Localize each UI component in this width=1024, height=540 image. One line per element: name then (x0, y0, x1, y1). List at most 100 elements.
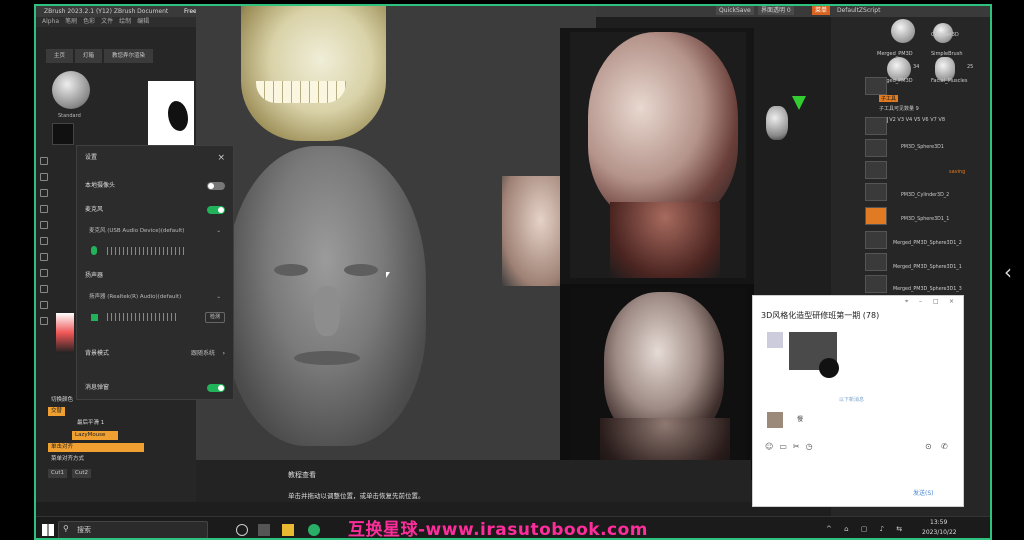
mic-device-select[interactable]: 麦克风 (USB Audio Device)(default) ⌄ (85, 224, 225, 238)
lazy-mouse-button[interactable]: LazyMouse (72, 431, 118, 440)
left-row-switch[interactable]: 切换颜色 (48, 396, 76, 405)
alpha-thumbnail[interactable] (52, 123, 74, 145)
version-v3[interactable]: V3 (897, 117, 904, 123)
brush-thumbnail[interactable] (52, 71, 90, 109)
layer-icon[interactable] (40, 301, 48, 309)
mic-toggle[interactable] (207, 206, 225, 214)
menu-item-alpha[interactable]: Alpha (42, 18, 59, 25)
left-row-align-mode[interactable]: 菜单对齐方式 (48, 455, 87, 464)
scissors-icon[interactable]: ✂ (793, 442, 806, 451)
tool-thumb-1[interactable] (891, 19, 915, 43)
history-icon[interactable]: ◷ (806, 442, 819, 451)
close-icon[interactable]: × (217, 152, 225, 164)
subtool-header[interactable]: 子工具 (879, 95, 899, 102)
text-icon[interactable] (40, 189, 48, 197)
redo-icon[interactable] (40, 269, 48, 277)
pin-icon[interactable]: ⌖ (905, 298, 908, 306)
search-box[interactable]: ⚲ 搜索 (58, 521, 208, 538)
maximize-icon[interactable]: □ (933, 298, 939, 305)
background-mode-label: 背景模式 (85, 350, 110, 357)
version-v7[interactable]: V7 (930, 117, 937, 123)
left-row-align[interactable]: 单击对齐 (48, 443, 144, 452)
task-view-icon[interactable] (236, 524, 248, 536)
version-v6[interactable]: V6 (922, 117, 929, 123)
version-v8[interactable]: V8 (938, 117, 945, 123)
chevron-left-icon[interactable]: ‹ (1004, 262, 1012, 282)
cut1-button[interactable]: Cut1 (48, 469, 67, 478)
subtool-row-1[interactable]: PM3D_Sphere3D1 (881, 141, 990, 154)
color-picker[interactable] (56, 313, 74, 353)
menu-item-brush[interactable]: 笔刷 (65, 18, 77, 25)
chat-title: 3D风格化造型研修班第一期 (78) (761, 311, 880, 320)
menu-bar: Alpha 笔刷 色彩 文件 绘制 编辑 (36, 17, 196, 27)
subtool-name-3: PM3D_Sphere3D1_1 (901, 217, 950, 222)
detect-button[interactable]: 检测 (205, 312, 225, 323)
sculpt-head (226, 146, 426, 446)
chat-emoji-sticker (819, 358, 839, 378)
search-label: 搜索 (77, 526, 91, 534)
emoji-icon[interactable]: ☺ (765, 442, 779, 451)
menu-item-color[interactable]: 色彩 (83, 18, 95, 25)
camera-toggle[interactable] (207, 182, 225, 190)
version-v2[interactable]: V2 (889, 117, 896, 123)
menu-item-edit[interactable]: 编辑 (137, 18, 149, 25)
pen-icon[interactable] (40, 205, 48, 213)
menu-button[interactable]: 菜单 (812, 6, 831, 15)
rect-icon[interactable] (40, 221, 48, 229)
file-explorer-icon[interactable] (282, 524, 294, 536)
quicksave-button[interactable]: QuickSave (716, 6, 754, 15)
tab-render[interactable]: 教您弄尔渲染 (104, 49, 154, 63)
chevron-down-icon: ⌄ (216, 294, 221, 300)
send-button[interactable]: 发送(S) (913, 488, 934, 497)
subtool-row-4[interactable]: Merged_PM3D_Sphere3D1_2 (881, 237, 990, 250)
subtool-row-2[interactable]: PM3D_Cylinder3D_2 (881, 189, 990, 202)
windows-start-icon[interactable] (41, 523, 55, 537)
undo-icon[interactable] (40, 253, 48, 261)
app-icon-1[interactable] (258, 524, 270, 536)
chat-window: ⌖ – □ × 3D风格化造型研修班第一期 (78) 以下新消息 慢 ☺▭✂◷ … (752, 295, 964, 507)
tool-thumb-label-4: Facial_Muscles (931, 78, 968, 84)
tool-count-1: 34 (913, 64, 920, 70)
background-mode-row[interactable]: 背景模式 跟随系统 › (85, 348, 225, 360)
speaker-device-value: 扬声器 (Realtek(R) Audio)(default) (89, 294, 182, 300)
edit-icon[interactable] (40, 173, 48, 181)
side-btn-4[interactable] (865, 161, 887, 179)
speaker-device-select[interactable]: 扬声器 (Realtek(R) Audio)(default) ⌄ (85, 290, 225, 304)
clock-time: 13:59 (930, 519, 948, 526)
version-v4[interactable]: V4 (906, 117, 913, 123)
transparency-slider[interactable]: 界面透明 0 (758, 6, 794, 15)
menu-item-draw[interactable]: 绘制 (119, 18, 131, 25)
subtool-name-5: Merged_PM3D_Sphere3D1_1 (893, 265, 962, 270)
subtool-row-5[interactable]: Merged_PM3D_Sphere3D1_1 (881, 261, 990, 274)
skull-image (241, 6, 386, 141)
wechat-icon[interactable] (308, 524, 320, 536)
side-btn-1[interactable] (865, 77, 887, 95)
skull-teeth (256, 81, 346, 103)
tab-lightbox[interactable]: 灯箱 (75, 49, 103, 63)
sculpt-left-eye (274, 264, 308, 276)
default-script-label: DefaultZScript (837, 7, 881, 14)
side-btn-2[interactable] (865, 117, 887, 135)
cut2-button[interactable]: Cut2 (72, 469, 91, 478)
head-gizmo[interactable] (766, 106, 788, 140)
settings-icon[interactable]: ⊙ (925, 442, 932, 451)
version-row: V1 V2 V3 V4 V5 V6 V7 V8 (879, 117, 945, 123)
left-row-smooth[interactable]: 最后平滑 1 (74, 419, 107, 428)
subtool-row-3[interactable]: PM3D_Sphere3D1_1 (881, 213, 990, 226)
minimize-icon[interactable]: – (919, 298, 922, 305)
color-icon[interactable] (40, 285, 48, 293)
menu-item-file[interactable]: 文件 (101, 18, 113, 25)
target-icon[interactable] (40, 317, 48, 325)
sculpt-nose (314, 286, 340, 336)
folder-icon[interactable]: ▭ (779, 442, 793, 451)
close-icon[interactable]: × (949, 298, 954, 305)
phone-icon[interactable]: ✆ (941, 442, 948, 451)
left-row-alternate[interactable]: 交替 (48, 407, 66, 416)
axis-gizmo[interactable] (792, 96, 806, 110)
notify-toggle[interactable] (207, 384, 225, 392)
select-icon[interactable] (40, 157, 48, 165)
tab-home[interactable]: 主页 (46, 49, 74, 63)
fill-icon[interactable] (40, 237, 48, 245)
main-viewport[interactable] (196, 6, 596, 460)
version-v5[interactable]: V5 (914, 117, 921, 123)
